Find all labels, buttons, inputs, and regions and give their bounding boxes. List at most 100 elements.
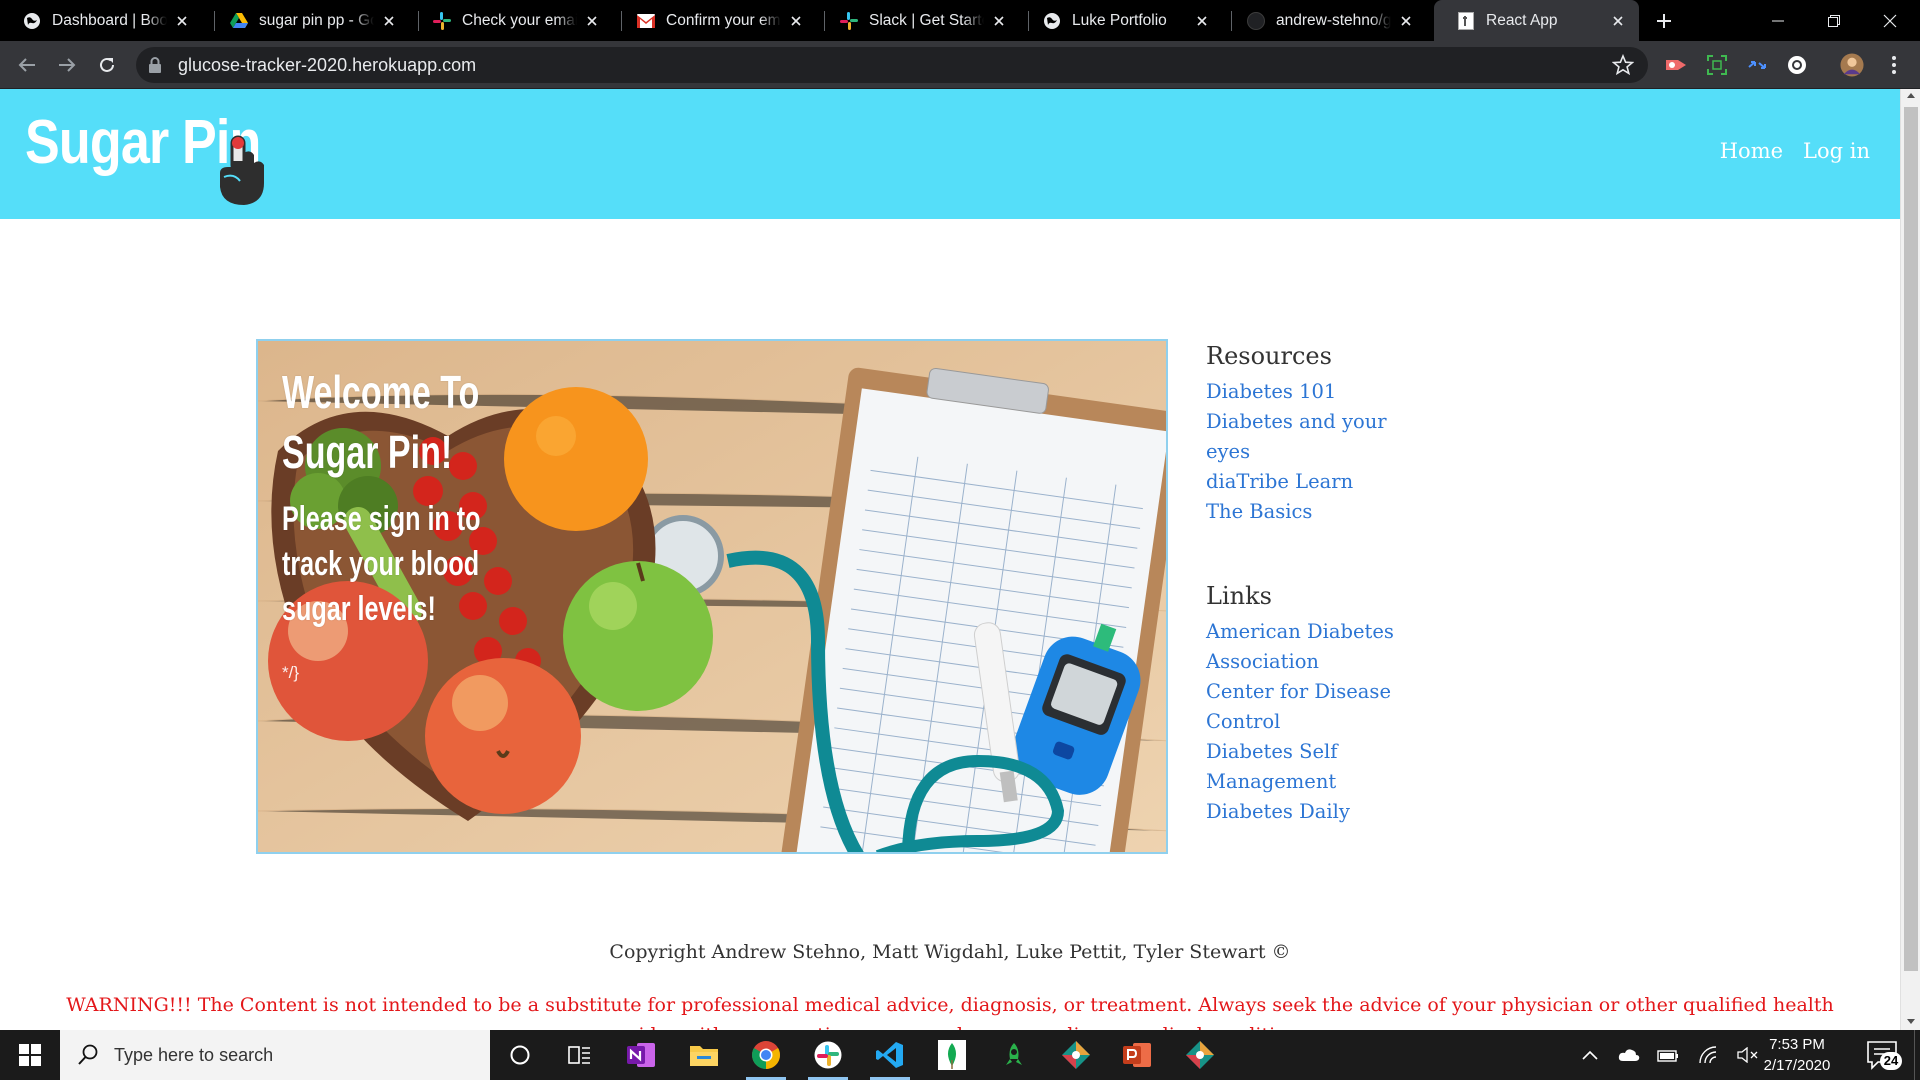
robo3t-app[interactable] xyxy=(984,1030,1044,1080)
close-icon xyxy=(1883,14,1897,27)
tab-luke-portfolio[interactable]: Luke Portfolio xyxy=(1020,0,1223,41)
hero-jumbotron: Welcome To Sugar Pin! Please sign in to … xyxy=(256,339,1168,854)
site-logo[interactable]: Sugar Pin xyxy=(25,107,275,207)
google-drive-icon xyxy=(229,11,248,30)
taskbar-search[interactable]: Type here to search xyxy=(60,1030,490,1080)
wifi-icon xyxy=(1699,1046,1717,1064)
extension-screenshot-button[interactable] xyxy=(1705,53,1729,77)
onenote-app[interactable] xyxy=(612,1030,672,1080)
resource-link-diatribe-learn[interactable]: diaTribe Learn xyxy=(1206,467,1396,497)
avatar xyxy=(1840,53,1864,77)
close-icon[interactable] xyxy=(785,10,807,32)
search-icon xyxy=(78,1044,98,1065)
close-icon[interactable] xyxy=(581,10,603,32)
resources-heading: Resources xyxy=(1206,342,1332,370)
wifi-tray[interactable] xyxy=(1696,1043,1720,1067)
plus-icon xyxy=(1657,14,1671,28)
file-explorer-app[interactable] xyxy=(674,1030,734,1080)
minimize-icon xyxy=(1772,20,1784,21)
tab-google-drive[interactable]: sugar pin pp - Google Drive xyxy=(207,0,410,41)
close-icon[interactable] xyxy=(378,10,400,32)
tab-title: Dashboard | Bootcamp xyxy=(52,11,167,29)
page-scrollbar[interactable] xyxy=(1900,89,1920,1030)
new-tab-button[interactable] xyxy=(1651,8,1677,34)
powerpoint-app[interactable] xyxy=(1108,1030,1168,1080)
link-cdc[interactable]: Control xyxy=(1206,707,1396,737)
slack-icon xyxy=(814,1041,842,1069)
resource-link-diabetes-eyes[interactable]: eyes xyxy=(1206,437,1396,467)
tab-react-app[interactable]: React App xyxy=(1434,0,1639,41)
tab-title: Luke Portfolio xyxy=(1072,11,1167,29)
start-button[interactable] xyxy=(0,1030,60,1080)
clock-date: 2/17/2020 xyxy=(1763,1057,1831,1074)
close-icon[interactable] xyxy=(171,10,193,32)
gitkraken-app-2[interactable] xyxy=(1170,1030,1230,1080)
task-view-button[interactable] xyxy=(550,1030,610,1080)
extension-video-button[interactable] xyxy=(1664,53,1688,77)
close-icon[interactable] xyxy=(1191,10,1213,32)
restore-icon xyxy=(1828,14,1840,27)
tab-dashboard-bootcamp[interactable]: Dashboard | Bootcamp xyxy=(0,0,203,41)
link-diabetes-self-management[interactable]: Management xyxy=(1206,767,1396,797)
onenote-icon xyxy=(627,1043,655,1067)
scroll-up-arrow-icon[interactable] xyxy=(1907,93,1915,98)
mongodb-compass-app[interactable] xyxy=(922,1030,982,1080)
star-icon[interactable] xyxy=(1612,54,1634,76)
resource-link-the-basics[interactable]: The Basics xyxy=(1206,497,1396,527)
show-hidden-icons-button[interactable] xyxy=(1578,1043,1602,1067)
hero-title-line-2: Sugar Pin! xyxy=(282,426,453,478)
link-american-diabetes-association[interactable]: Association xyxy=(1206,647,1396,677)
chrome-app[interactable] xyxy=(736,1030,796,1080)
address-bar[interactable]: glucose-tracker-2020.herokuapp.com xyxy=(136,47,1648,83)
battery-tray[interactable] xyxy=(1656,1043,1680,1067)
arrow-right-icon xyxy=(59,58,76,72)
close-window-button[interactable] xyxy=(1862,0,1918,41)
scroll-down-arrow-icon[interactable] xyxy=(1907,1019,1915,1024)
nav-home-link[interactable]: Home xyxy=(1720,139,1783,163)
show-desktop-button[interactable] xyxy=(1914,1030,1920,1080)
hero-subtitle-line-3: sugar levels! xyxy=(282,590,436,628)
minimize-button[interactable] xyxy=(1750,0,1806,41)
tab-check-email[interactable]: Check your email! xyxy=(410,0,613,41)
windows-logo-icon xyxy=(19,1044,41,1066)
vscode-app[interactable] xyxy=(860,1030,920,1080)
code-arrows-icon xyxy=(1748,61,1766,69)
restore-button[interactable] xyxy=(1806,0,1862,41)
slack-app[interactable] xyxy=(798,1030,858,1080)
lock-icon xyxy=(149,57,161,73)
scrollbar-thumb[interactable] xyxy=(1904,107,1918,971)
link-diabetes-self-management[interactable]: Diabetes Self xyxy=(1206,737,1396,767)
reload-icon xyxy=(100,57,114,72)
tab-slack-get-started[interactable]: Slack | Get Started xyxy=(817,0,1020,41)
page-viewport: Sugar Pin Home Log in Welcome To Sugar P… xyxy=(0,89,1900,1030)
globe-icon xyxy=(1042,11,1061,30)
close-icon[interactable] xyxy=(1607,10,1629,32)
tab-github-repo[interactable]: andrew-stehno/glucose-tracker xyxy=(1224,0,1427,41)
taskbar-clock[interactable]: 7:53 PM 2/17/2020 xyxy=(1752,1034,1842,1076)
back-button[interactable] xyxy=(13,51,41,79)
cortana-button[interactable] xyxy=(490,1030,550,1080)
close-icon[interactable] xyxy=(1395,10,1417,32)
forward-button[interactable] xyxy=(53,51,81,79)
browser-menu-button[interactable] xyxy=(1882,53,1906,77)
link-cdc[interactable]: Center for Disease xyxy=(1206,677,1396,707)
gitkraken-app[interactable] xyxy=(1046,1030,1106,1080)
resource-link-diabetes-101[interactable]: Diabetes 101 xyxy=(1206,377,1396,407)
extension-devtools-button[interactable] xyxy=(1745,53,1769,77)
link-american-diabetes-association[interactable]: American Diabetes xyxy=(1206,617,1396,647)
extension-react-button[interactable] xyxy=(1785,53,1809,77)
task-view-icon xyxy=(568,1046,590,1064)
vscode-icon xyxy=(876,1042,903,1068)
search-placeholder: Type here to search xyxy=(114,1044,274,1065)
tab-confirm-email[interactable]: Confirm your email xyxy=(614,0,817,41)
nav-login-link[interactable]: Log in xyxy=(1803,139,1870,163)
resource-link-diabetes-eyes[interactable]: Diabetes and your xyxy=(1206,407,1396,437)
cloud-icon xyxy=(1618,1049,1640,1061)
close-icon[interactable] xyxy=(988,10,1010,32)
onedrive-tray[interactable] xyxy=(1617,1043,1641,1067)
footer-copyright: Copyright Andrew Stehno, Matt Wigdahl, L… xyxy=(609,941,1291,963)
link-diabetes-daily[interactable]: Diabetes Daily xyxy=(1206,797,1396,827)
chrome-icon xyxy=(752,1041,780,1069)
reload-button[interactable] xyxy=(93,51,121,79)
profile-avatar[interactable] xyxy=(1840,53,1864,77)
